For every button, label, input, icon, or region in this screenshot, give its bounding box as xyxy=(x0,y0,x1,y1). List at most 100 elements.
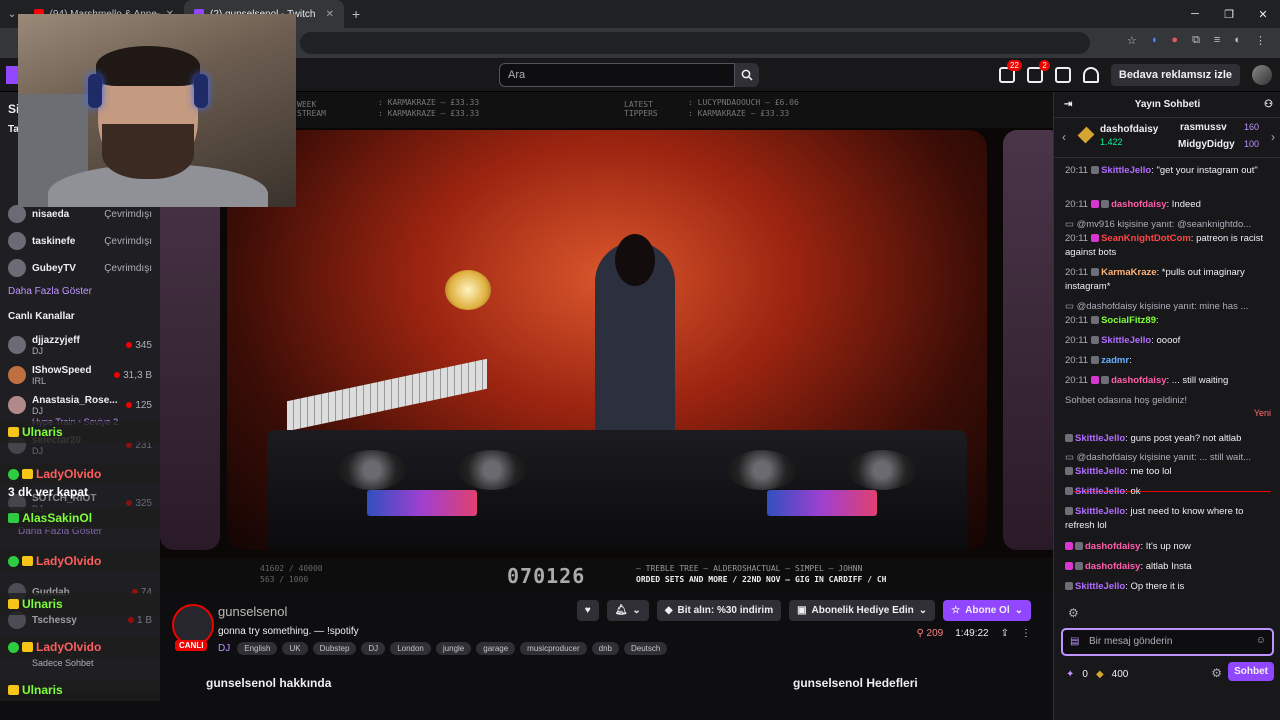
overlay-tipper: : KARMAKRAZE — £33.33 xyxy=(688,109,790,118)
inbox-badge: 22 xyxy=(1006,60,1022,71)
bits-icon[interactable]: ◆ xyxy=(1096,669,1104,680)
tag[interactable]: dnb xyxy=(591,642,619,655)
media-icon[interactable]: ≡ xyxy=(1214,34,1220,47)
msg-user[interactable]: SkittleJello xyxy=(1075,433,1125,444)
tag[interactable]: English xyxy=(237,642,278,655)
notifications-badge: 2 xyxy=(1039,60,1050,71)
more-options-icon[interactable]: ⋮ xyxy=(1021,628,1031,639)
subscribe-button[interactable]: ☆ Abone Ol ⌄ xyxy=(943,600,1031,621)
chat-message: SkittleJello: me too lol xyxy=(1065,465,1271,479)
tag[interactable]: DJ xyxy=(361,642,386,655)
tag[interactable]: UK xyxy=(282,642,308,655)
badge-icon xyxy=(8,513,19,523)
users-icon[interactable]: ⚇ xyxy=(1264,92,1273,118)
maximize-icon[interactable]: ❐ xyxy=(1212,0,1246,28)
msg-user[interactable]: zadmr xyxy=(1101,355,1129,366)
chat-settings-icon[interactable]: ⚙ xyxy=(1211,666,1222,680)
badge-icon xyxy=(1101,376,1110,384)
whispers-icon[interactable] xyxy=(1054,67,1071,83)
sidebar-followed-channel[interactable]: GubeyTV Çevrimdışı xyxy=(8,257,152,279)
tag[interactable]: Dubstep xyxy=(312,642,357,655)
overlay-alert: LadyOlvido xyxy=(0,636,160,658)
msg-time: 20:11 xyxy=(1065,355,1089,366)
profile-icon[interactable]: ◐ xyxy=(1234,34,1241,47)
minimize-icon[interactable]: ─ xyxy=(1178,0,1212,28)
viewer-count: 1 B xyxy=(136,614,152,626)
follow-heart-button[interactable]: ♥ xyxy=(576,600,599,621)
live-dot-icon xyxy=(114,372,121,378)
msg-user[interactable]: SkittleJello xyxy=(1075,506,1125,517)
puzzle-icon[interactable]: ⧉ xyxy=(1192,34,1200,47)
msg-user[interactable]: dashofdaisy xyxy=(1085,561,1140,572)
url-field[interactable] xyxy=(300,32,1090,54)
extension-icon[interactable]: ◖ xyxy=(1151,34,1158,47)
chat-reply[interactable]: ▭ @dashofdaisy kişisine yanıt: ... still… xyxy=(1065,451,1271,465)
chat-input[interactable]: ▤ Bir mesaj gönderin ☺ xyxy=(1061,628,1274,656)
show-more-link[interactable]: Daha Fazla Göster xyxy=(8,286,92,297)
share-icon[interactable]: ⇪ xyxy=(1001,628,1009,639)
channel-name: Anastasia_Rose... xyxy=(32,394,118,406)
bits-button[interactable]: ◆ Bit alın: %30 indirim xyxy=(656,600,782,621)
msg-user[interactable]: SocialFitz89 xyxy=(1101,315,1156,326)
chevron-left-icon[interactable]: ‹ xyxy=(1062,130,1066,144)
close-tab-icon[interactable]: ✕ xyxy=(326,9,334,20)
msg-user[interactable]: SeanKnightDotCom xyxy=(1101,233,1191,244)
sidebar-live-channel[interactable]: djjazzyjeff DJ 345 xyxy=(8,332,152,358)
sidebar-live-channel[interactable]: Anastasia_Rose... DJ 125 xyxy=(8,392,152,418)
sidebar-live-channel[interactable]: IShowSpeed IRL 31,3 B xyxy=(8,362,152,388)
msg-user[interactable]: SkittleJello xyxy=(1075,581,1125,592)
msg-user[interactable]: SkittleJello xyxy=(1101,165,1151,176)
search-input[interactable]: Ara xyxy=(499,63,735,87)
tag[interactable]: musicproducer xyxy=(520,642,587,655)
msg-text: : ok xyxy=(1125,486,1141,497)
collapse-chat-icon[interactable]: ⇥ xyxy=(1064,92,1072,118)
viewer-count: 125 xyxy=(135,399,152,411)
settings-gear-icon[interactable]: ⚙ xyxy=(1068,606,1079,620)
menu-kebab-icon[interactable]: ⋮ xyxy=(1255,34,1266,47)
msg-time: 20:11 xyxy=(1065,233,1089,244)
adfree-button[interactable]: Bedava reklamsız izle xyxy=(1110,64,1240,86)
msg-user[interactable]: SkittleJello xyxy=(1075,486,1125,497)
chevron-right-icon[interactable]: › xyxy=(1271,130,1275,144)
tag[interactable]: jungle xyxy=(435,642,472,655)
msg-user[interactable]: SkittleJello xyxy=(1101,335,1151,346)
chat-reply[interactable]: ▭ @dashofdaisy kişisine yanıt: mine has … xyxy=(1065,300,1271,314)
chat-bits-icon[interactable]: ▤ xyxy=(1070,636,1079,647)
msg-user[interactable]: KarmaKraze xyxy=(1101,267,1156,278)
tag[interactable]: garage xyxy=(476,642,516,655)
badge-icon xyxy=(1091,268,1100,276)
msg-user[interactable]: dashofdaisy xyxy=(1085,541,1140,552)
tag[interactable]: Deutsch xyxy=(624,642,668,655)
notifications-icon[interactable]: 2 xyxy=(1026,60,1050,83)
tag[interactable]: London xyxy=(390,642,431,655)
prime-crown-icon[interactable] xyxy=(1082,67,1099,83)
chat-message: dashofdaisy: It's up now xyxy=(1065,540,1271,554)
chat-message: SkittleJello: Op there it is xyxy=(1065,580,1271,594)
chat-reply[interactable]: ▭ @mv916 kişisine yanıt: @seanknightdo..… xyxy=(1065,218,1271,232)
close-window-icon[interactable]: ✕ xyxy=(1246,0,1280,28)
overlay-top-donor: : KARMAKRAZE — £33.33 xyxy=(378,109,480,118)
msg-text: : xyxy=(1129,355,1132,366)
bookmark-star-icon[interactable]: ☆ xyxy=(1127,34,1137,47)
msg-user[interactable]: dashofdaisy xyxy=(1111,199,1166,210)
bits-value: 400 xyxy=(1111,668,1129,680)
user-avatar[interactable] xyxy=(1252,65,1272,85)
channel-points-icon[interactable]: ✦ xyxy=(1066,669,1074,680)
emote-picker-icon[interactable]: ☺ xyxy=(1256,635,1266,646)
msg-user[interactable]: SkittleJello xyxy=(1075,466,1125,477)
category-link[interactable]: DJ xyxy=(218,643,230,654)
chat-send-button[interactable]: Sohbet xyxy=(1228,662,1274,681)
sidebar-followed-channel[interactable]: taskinefe Çevrimdışı xyxy=(8,230,152,252)
avatar xyxy=(8,366,26,384)
avatar xyxy=(8,259,26,277)
gift-sub-button[interactable]: ▣ Abonelik Hediye Edin ⌄ xyxy=(789,600,936,621)
viewer-count: 31,3 B xyxy=(123,369,152,381)
inbox-icon[interactable]: 22 xyxy=(998,60,1022,83)
new-tab-button[interactable]: + xyxy=(344,6,368,22)
search-button[interactable] xyxy=(735,63,759,87)
msg-user[interactable]: dashofdaisy xyxy=(1111,375,1166,386)
extension-icon[interactable]: ● xyxy=(1171,34,1178,47)
notification-bell-button[interactable]: 🔔︎ ⌄ xyxy=(606,600,649,621)
channel-name[interactable]: gunselsenol xyxy=(218,604,287,619)
msg-text: : guns post yeah? not altlab xyxy=(1125,433,1242,444)
